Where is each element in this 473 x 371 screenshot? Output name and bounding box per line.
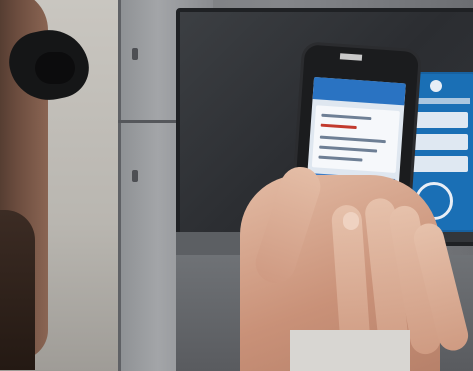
sleeve <box>290 330 410 371</box>
hinge <box>132 48 138 60</box>
text-line <box>319 135 386 144</box>
text-line <box>318 155 363 162</box>
text-line <box>321 113 372 121</box>
sign-field <box>412 134 468 150</box>
beard <box>0 210 35 370</box>
fingernail <box>343 212 359 230</box>
hinge <box>132 170 138 182</box>
sign-field <box>412 112 468 128</box>
photo-scene <box>0 0 473 371</box>
text-line <box>319 145 378 153</box>
sign-stripe <box>412 98 470 104</box>
sign-logo-icon <box>430 80 442 92</box>
glasses-lens <box>35 52 75 84</box>
content-card[interactable] <box>311 105 400 173</box>
sign-field <box>412 156 468 172</box>
text-line <box>320 123 357 130</box>
